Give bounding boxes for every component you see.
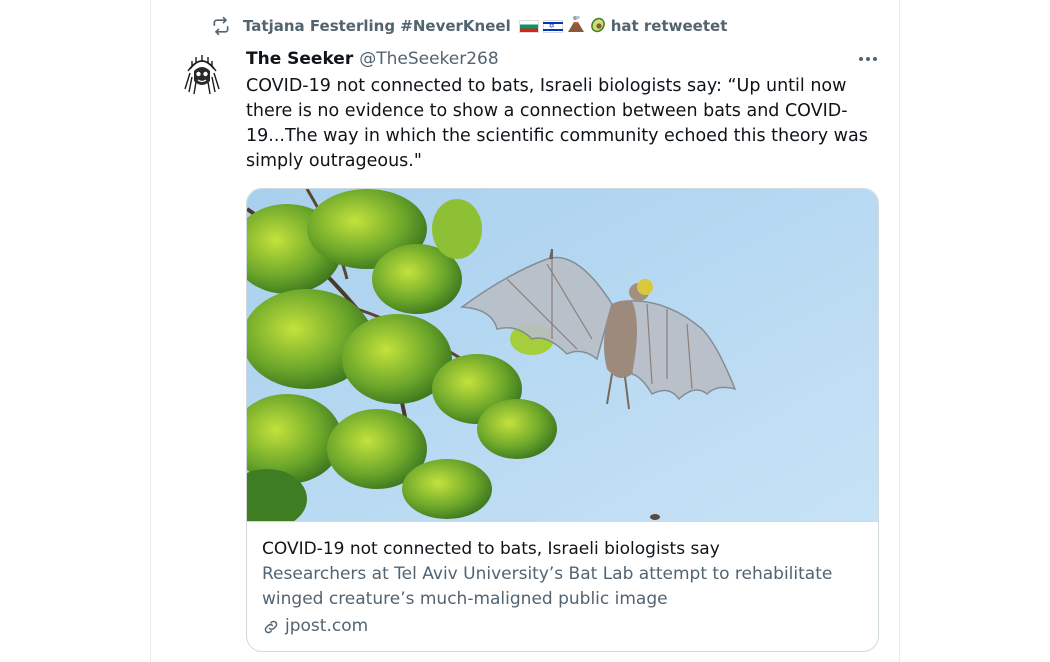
link-preview-card[interactable]: COVID-19 not connected to bats, Israeli …	[246, 188, 879, 652]
retweeter-name[interactable]: Tatjana Festerling #NeverKneel	[243, 17, 511, 35]
retweet-icon	[209, 14, 233, 38]
israel-flag-icon: ✡	[542, 19, 563, 33]
retweet-action-label: hat retweetet	[610, 17, 728, 35]
more-options-button[interactable]	[852, 46, 884, 72]
volcano-icon	[567, 15, 585, 37]
card-body: COVID-19 not connected to bats, Israeli …	[262, 537, 862, 639]
card-image[interactable]	[247, 189, 878, 529]
timeline-border-left	[150, 0, 151, 662]
avatar[interactable]	[176, 49, 228, 101]
more-horizontal-icon	[859, 57, 877, 61]
card-domain[interactable]: jpost.com	[262, 614, 862, 639]
bulgaria-flag-icon	[518, 19, 539, 33]
tweet-header: The Seeker @TheSeeker268	[246, 47, 499, 71]
author-handle[interactable]: @TheSeeker268	[359, 49, 498, 69]
card-title[interactable]: COVID-19 not connected to bats, Israeli …	[262, 537, 862, 562]
link-icon	[262, 618, 280, 636]
author-name[interactable]: The Seeker	[246, 49, 353, 69]
card-domain-text[interactable]: jpost.com	[285, 614, 368, 639]
retweet-header: Tatjana Festerling #NeverKneel ✡ hat ret…	[209, 14, 727, 38]
card-description: Researchers at Tel Aviv University’s Bat…	[262, 564, 833, 609]
avocado-icon	[589, 15, 607, 37]
tweet-text: COVID-19 not connected to bats, Israeli …	[246, 76, 868, 171]
timeline-border-right	[899, 0, 900, 662]
